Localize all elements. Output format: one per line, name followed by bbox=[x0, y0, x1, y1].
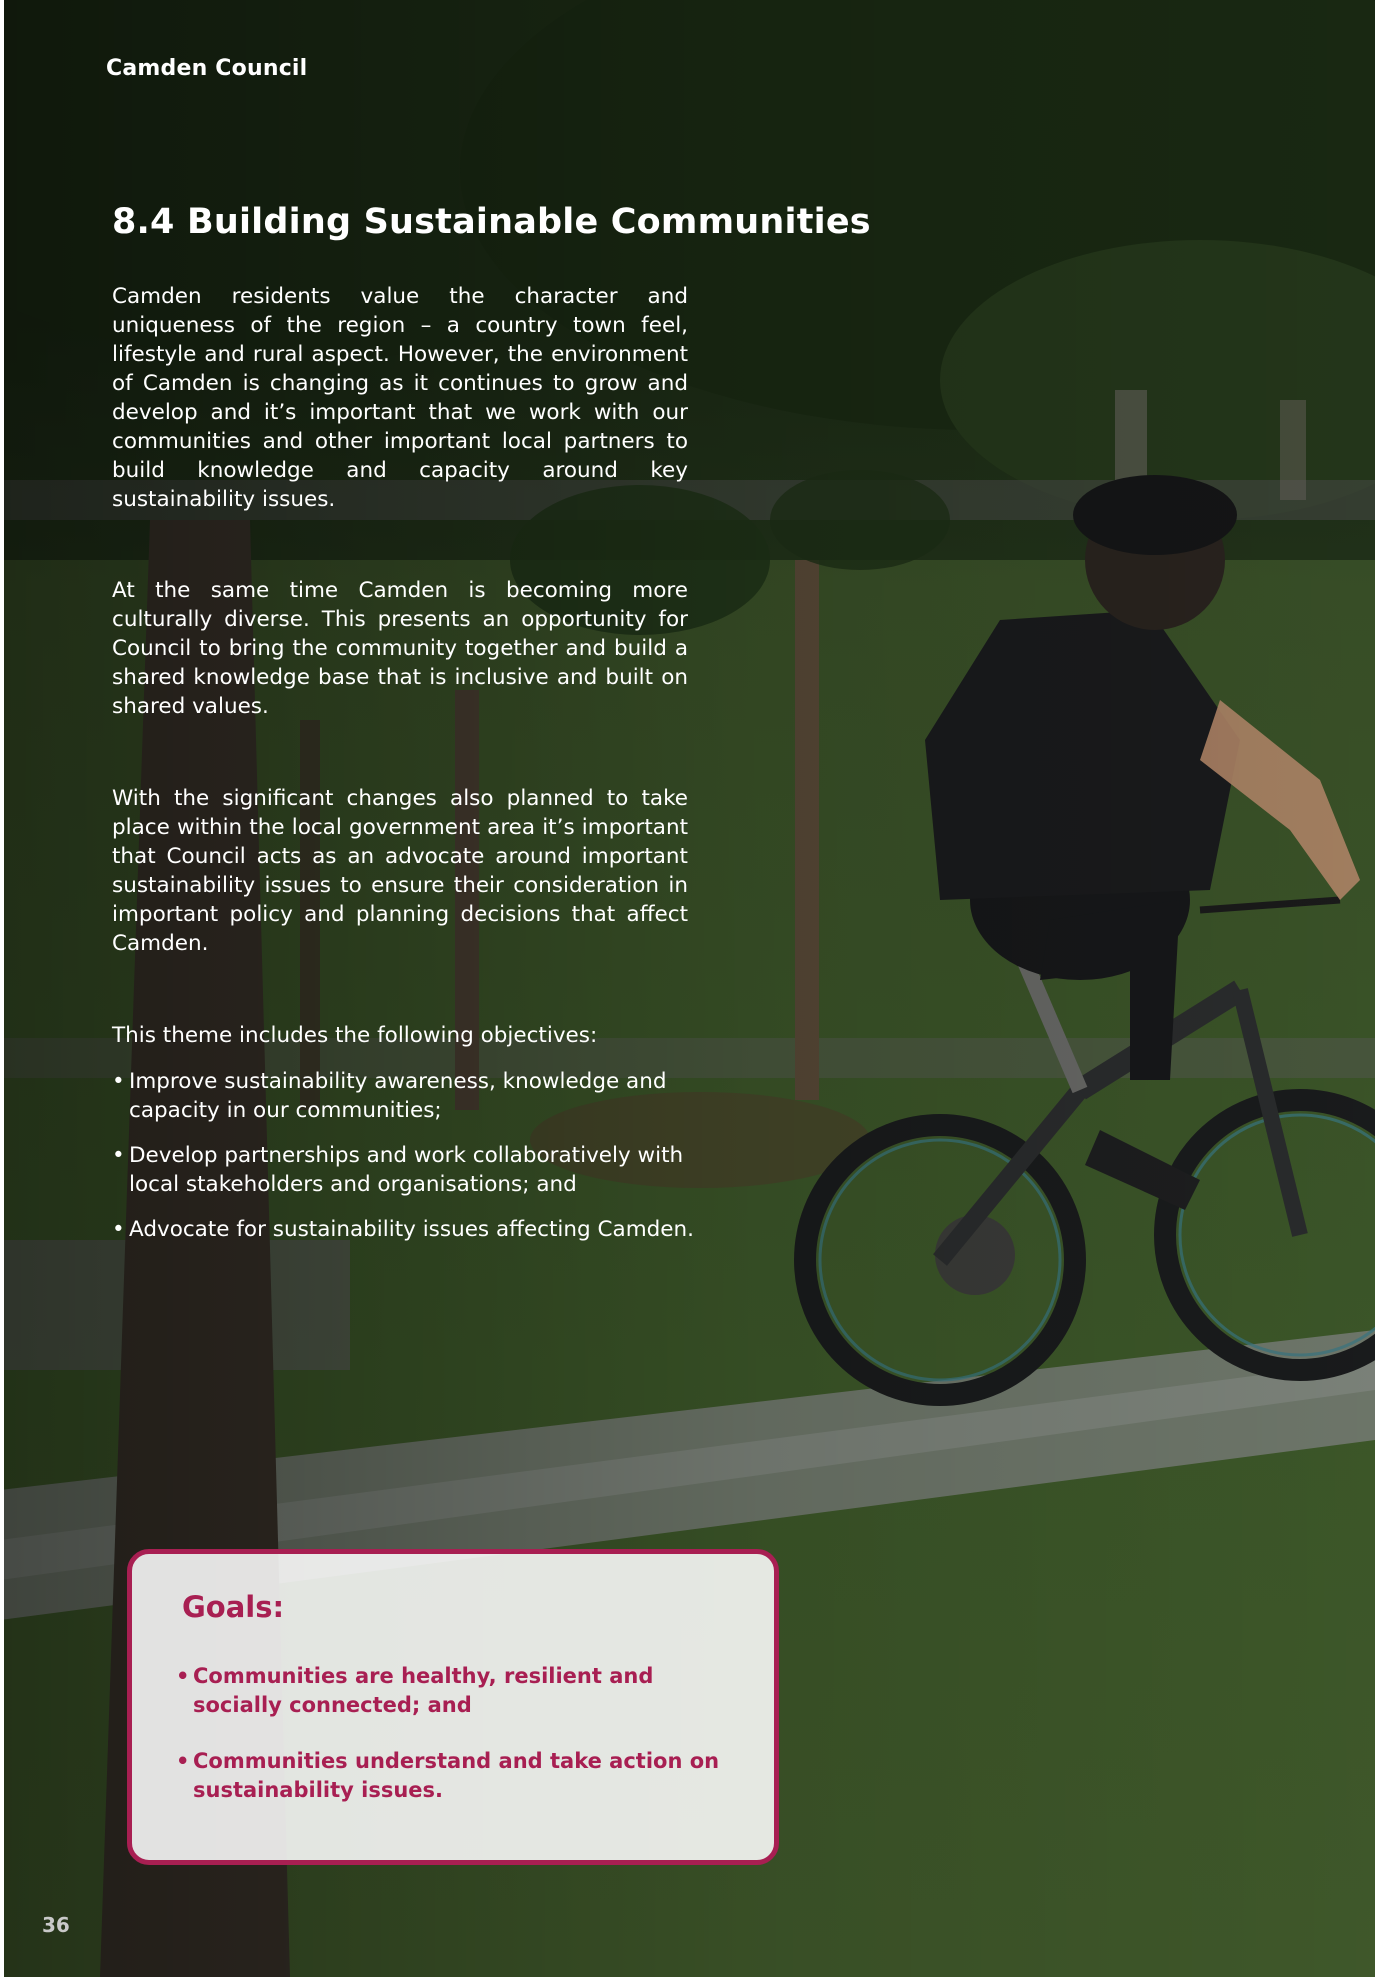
objective-text: Develop partnerships and work collaborat… bbox=[129, 1143, 684, 1197]
goal-item: • Communities understand and take action… bbox=[176, 1747, 746, 1805]
objective-text: Improve sustainability awareness, knowle… bbox=[129, 1069, 667, 1123]
bullet-icon: • bbox=[176, 1664, 190, 1688]
goals-callout: Goals: • Communities are healthy, resili… bbox=[127, 1549, 779, 1865]
goals-list: • Communities are healthy, resilient and… bbox=[176, 1662, 746, 1832]
section-title: 8.4 Building Sustainable Communities bbox=[112, 202, 871, 242]
bullet-icon: • bbox=[112, 1069, 125, 1094]
objectives-intro: This theme includes the following object… bbox=[112, 1023, 598, 1048]
goal-item: • Communities are healthy, resilient and… bbox=[176, 1662, 746, 1720]
paragraph-cultural-diversity: At the same time Camden is becoming more… bbox=[112, 578, 688, 719]
document-page: Camden Council 8.4 Building Sustainable … bbox=[0, 0, 1375, 1977]
objective-item: • Improve sustainability awareness, know… bbox=[112, 1067, 702, 1125]
paragraph-advocacy: With the significant changes also planne… bbox=[112, 786, 688, 956]
organisation-name: Camden Council bbox=[106, 56, 308, 81]
bullet-icon: • bbox=[112, 1217, 125, 1242]
goal-text: Communities are healthy, resilient and s… bbox=[193, 1664, 654, 1717]
page-number: 36 bbox=[42, 1913, 70, 1937]
bullet-icon: • bbox=[176, 1749, 190, 1773]
objective-item: • Develop partnerships and work collabor… bbox=[112, 1141, 702, 1199]
objectives-list: • Improve sustainability awareness, know… bbox=[112, 1067, 702, 1260]
bullet-icon: • bbox=[112, 1143, 125, 1168]
objective-text: Advocate for sustainability issues affec… bbox=[129, 1217, 694, 1242]
goal-text: Communities understand and take action o… bbox=[193, 1749, 720, 1802]
page-edge bbox=[0, 0, 4, 1977]
goals-title: Goals: bbox=[182, 1590, 285, 1624]
objective-item: • Advocate for sustainability issues aff… bbox=[112, 1215, 702, 1244]
paragraph-character-and-uniqueness: Camden residents value the character and… bbox=[112, 284, 688, 512]
